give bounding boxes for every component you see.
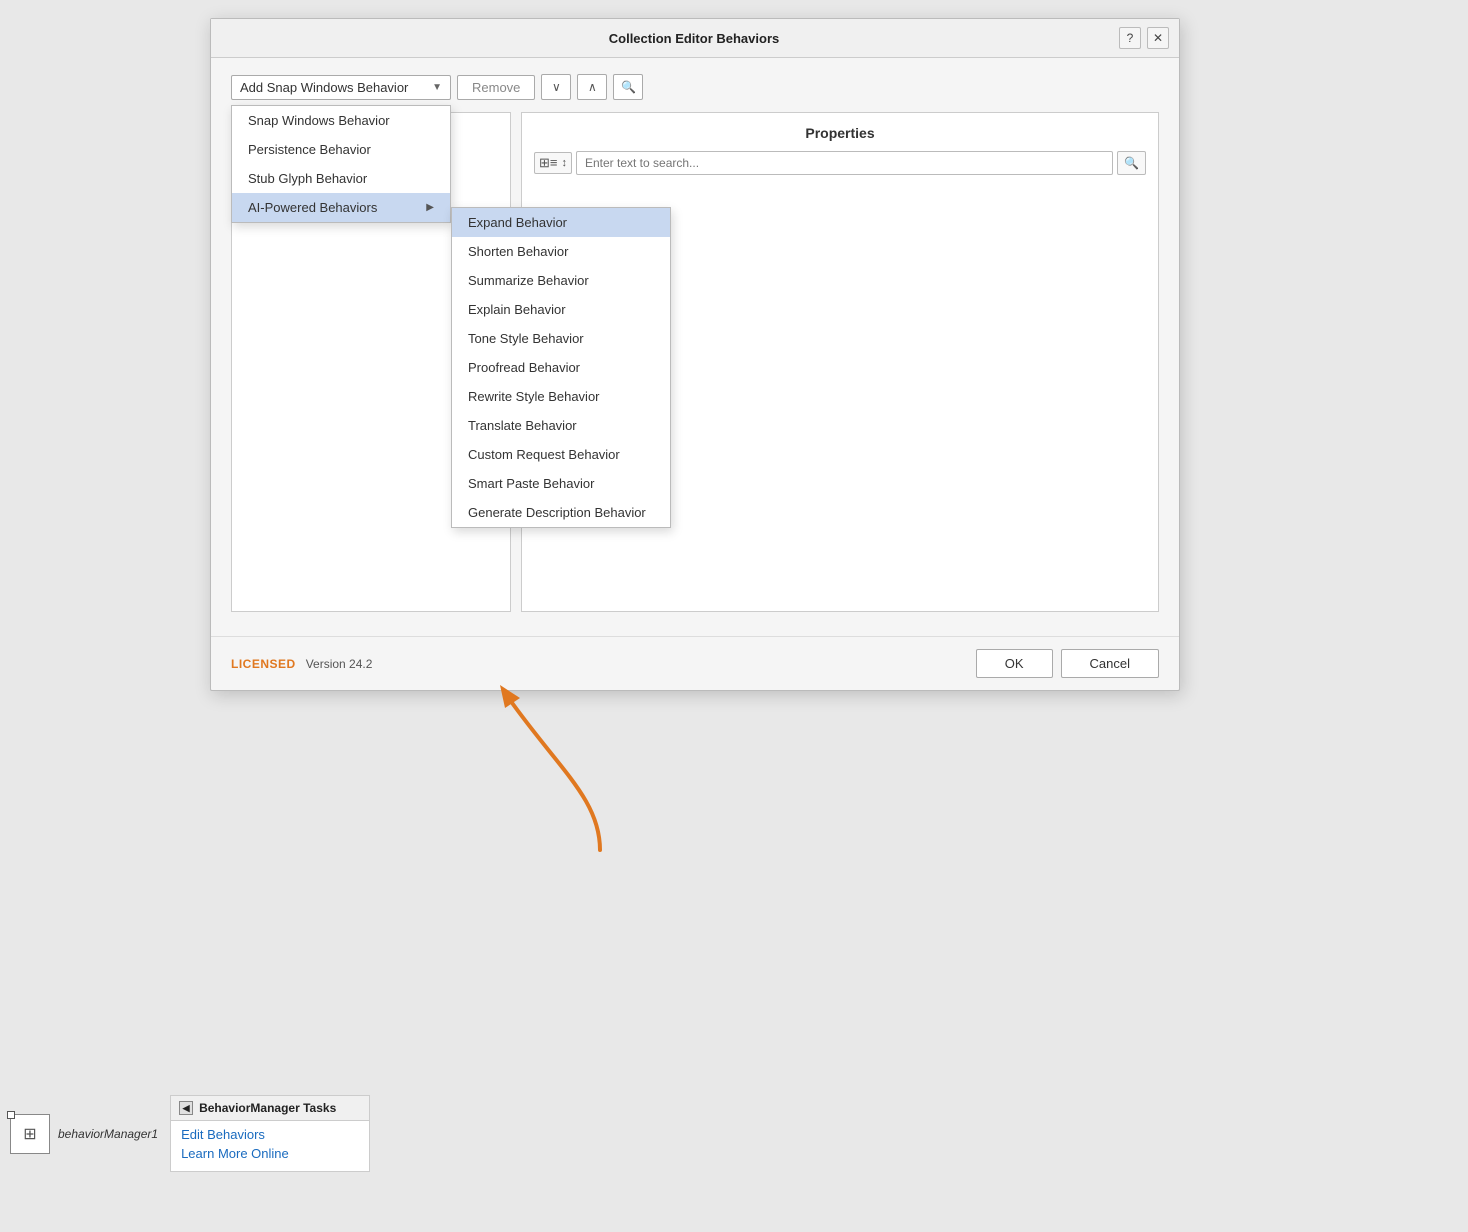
component-container: ⊞ behaviorManager1 <box>0 1114 158 1154</box>
footer-buttons: OK Cancel <box>976 649 1159 678</box>
sort-az-icon: ⊞≡ <box>539 155 557 171</box>
submenu-item-shorten[interactable]: Shorten Behavior <box>452 237 670 266</box>
dialog-footer: LICENSED Version 24.2 OK Cancel <box>211 636 1179 690</box>
submenu-arrow-icon: ▶ <box>426 202 434 213</box>
task-panel-area: ⊞ behaviorManager1 ◀ BehaviorManager Tas… <box>0 1095 370 1172</box>
add-dropdown-menu: Snap Windows Behavior Persistence Behavi… <box>231 105 451 223</box>
task-panel-header: ◀ BehaviorManager Tasks <box>171 1096 369 1121</box>
version-text: Version 24.2 <box>306 657 373 671</box>
dropdown-item-stub-glyph[interactable]: Stub Glyph Behavior <box>232 164 450 193</box>
annotation-arrow <box>400 670 720 870</box>
submenu-item-expand[interactable]: Expand Behavior <box>452 208 670 237</box>
edit-behaviors-link[interactable]: Edit Behaviors <box>181 1127 359 1142</box>
ok-button[interactable]: OK <box>976 649 1053 678</box>
toolbar-row: Add Snap Windows Behavior ▼ Snap Windows… <box>231 74 1159 100</box>
submenu-item-smart-paste[interactable]: Smart Paste Behavior <box>452 469 670 498</box>
close-button[interactable]: ✕ <box>1147 27 1169 49</box>
submenu-item-explain[interactable]: Explain Behavior <box>452 295 670 324</box>
chevron-up-icon: ∧ <box>588 80 597 94</box>
properties-search-row: ⊞≡ ↕ 🔍 <box>534 151 1146 175</box>
cancel-button[interactable]: Cancel <box>1061 649 1159 678</box>
learn-more-link[interactable]: Learn More Online <box>181 1146 359 1161</box>
search-magnifier-icon: 🔍 <box>1124 156 1139 170</box>
dropdown-item-persistence[interactable]: Persistence Behavior <box>232 135 450 164</box>
submenu-item-tone-style[interactable]: Tone Style Behavior <box>452 324 670 353</box>
chevron-down-icon: ∨ <box>552 80 561 94</box>
submenu-item-custom-request[interactable]: Custom Request Behavior <box>452 440 670 469</box>
license-area: LICENSED Version 24.2 <box>231 657 372 671</box>
dialog-titlebar: Collection Editor Behaviors ? ✕ <box>211 19 1179 58</box>
submenu-item-rewrite-style[interactable]: Rewrite Style Behavior <box>452 382 670 411</box>
task-panel-title: BehaviorManager Tasks <box>199 1101 336 1115</box>
dialog-title: Collection Editor Behaviors <box>269 31 1119 46</box>
search-toolbar-button[interactable]: 🔍 <box>613 74 643 100</box>
properties-title: Properties <box>534 125 1146 141</box>
help-button[interactable]: ? <box>1119 27 1141 49</box>
add-button-label: Add Snap Windows Behavior <box>240 80 408 95</box>
task-panel-collapse-button[interactable]: ◀ <box>179 1101 193 1115</box>
properties-search-input[interactable] <box>576 151 1113 175</box>
sort-icons[interactable]: ⊞≡ ↕ <box>534 152 572 174</box>
dialog-title-bold: Behaviors <box>716 31 779 46</box>
task-panel-body: Edit Behaviors Learn More Online <box>171 1121 369 1171</box>
dropdown-item-ai-powered[interactable]: AI-Powered Behaviors ▶ <box>232 193 450 222</box>
dialog-content: Add Snap Windows Behavior ▼ Snap Windows… <box>211 58 1179 628</box>
component-label: behaviorManager1 <box>58 1127 158 1141</box>
ai-behaviors-submenu: Expand Behavior Shorten Behavior Summari… <box>451 207 671 528</box>
add-behavior-button[interactable]: Add Snap Windows Behavior ▼ <box>231 75 451 100</box>
move-up-button[interactable]: ∧ <box>577 74 607 100</box>
search-icon: 🔍 <box>621 80 636 94</box>
add-button-arrow: ▼ <box>432 82 442 93</box>
task-panel: ◀ BehaviorManager Tasks Edit Behaviors L… <box>170 1095 370 1172</box>
remove-button[interactable]: Remove <box>457 75 535 100</box>
add-button-container: Add Snap Windows Behavior ▼ Snap Windows… <box>231 75 451 100</box>
dialog-title-prefix: Collection Editor <box>609 31 717 46</box>
submenu-item-translate[interactable]: Translate Behavior <box>452 411 670 440</box>
properties-search-button[interactable]: 🔍 <box>1117 151 1146 175</box>
licensed-badge: LICENSED <box>231 657 296 671</box>
sort-za-icon: ↕ <box>561 157 567 169</box>
collection-editor-dialog: Collection Editor Behaviors ? ✕ Add Snap… <box>210 18 1180 691</box>
move-down-button[interactable]: ∨ <box>541 74 571 100</box>
submenu-item-generate-description[interactable]: Generate Description Behavior <box>452 498 670 527</box>
component-glyph: ⊞ <box>23 1124 36 1144</box>
dropdown-item-snap-windows[interactable]: Snap Windows Behavior <box>232 106 450 135</box>
submenu-item-proofread[interactable]: Proofread Behavior <box>452 353 670 382</box>
behavior-manager-icon: ⊞ <box>10 1114 50 1154</box>
titlebar-icons: ? ✕ <box>1119 27 1169 49</box>
submenu-item-summarize[interactable]: Summarize Behavior <box>452 266 670 295</box>
